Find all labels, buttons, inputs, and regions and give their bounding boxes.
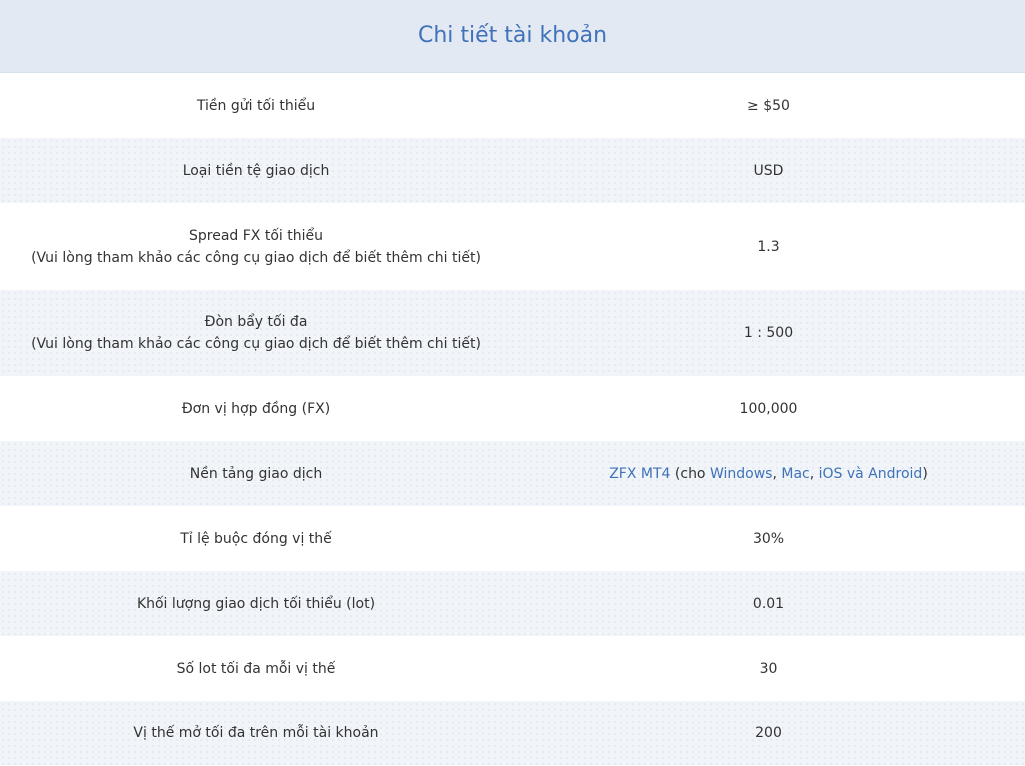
row-value: 100,000	[739, 400, 798, 417]
row-label: Tỉ lệ buộc đóng vị thế	[180, 530, 332, 547]
table-row: Nền tảng giao dịch ZFX MT4 (cho Windows,…	[0, 441, 1025, 506]
platform-text-open: (cho	[670, 465, 710, 482]
row-value: 200	[755, 725, 782, 741]
row-value: 1 : 500	[743, 325, 794, 341]
table-row: Loại tiền tệ giao dịch USD	[0, 138, 1025, 203]
table-row: Tiền gửi tối thiểu ≥ $50	[0, 73, 1025, 138]
mac-link[interactable]: Mac	[781, 466, 809, 482]
table-row: Khối lượng giao dịch tối thiểu (lot) 0.0…	[0, 571, 1025, 636]
row-value: ≥ $50	[747, 97, 790, 114]
row-value: 0.01	[752, 595, 785, 612]
row-label: Đơn vị hợp đồng (FX)	[181, 400, 331, 417]
row-sublabel: (Vui lòng tham khảo các công cụ giao dịc…	[31, 249, 481, 266]
ios-android-link[interactable]: iOS và Android	[819, 466, 923, 482]
table-header: Chi tiết tài khoản	[0, 0, 1025, 73]
row-label-group: Spread FX tối thiểu (Vui lòng tham khảo …	[0, 225, 512, 269]
row-value: 1.3	[757, 238, 780, 255]
table-row: Đơn vị hợp đồng (FX) 100,000	[0, 376, 1025, 441]
table-row: Số lot tối đa mỗi vị thế 30	[0, 636, 1025, 701]
row-label: Số lot tối đa mỗi vị thế	[176, 660, 336, 677]
row-value: USD	[753, 162, 784, 179]
row-label: Vị thế mở tối đa trên mỗi tài khoản	[133, 725, 379, 741]
row-label: Nền tảng giao dịch	[189, 465, 323, 482]
row-sublabel: (Vui lòng tham khảo các công cụ giao dịc…	[31, 336, 481, 352]
page-title: Chi tiết tài khoản	[417, 22, 608, 48]
row-label-group: Đòn bẩy tối đa (Vui lòng tham khảo các c…	[0, 311, 512, 355]
table-row: Đòn bẩy tối đa (Vui lòng tham khảo các c…	[0, 290, 1025, 376]
row-value: 30	[759, 660, 778, 677]
platform-value: ZFX MT4 (cho Windows, Mac, iOS và Androi…	[512, 463, 1025, 485]
platform-text-close: )	[922, 465, 928, 482]
row-label: Spread FX tối thiểu	[189, 227, 323, 244]
table-row: Tỉ lệ buộc đóng vị thế 30%	[0, 506, 1025, 571]
row-value: 30%	[752, 530, 785, 547]
row-label: Tiền gửi tối thiểu	[196, 97, 316, 114]
row-label: Khối lượng giao dịch tối thiểu (lot)	[136, 595, 376, 612]
zfx-mt4-link[interactable]: ZFX MT4	[609, 466, 670, 482]
windows-link[interactable]: Windows	[710, 466, 773, 482]
table-row: Spread FX tối thiểu (Vui lòng tham khảo …	[0, 203, 1025, 290]
row-label: Loại tiền tệ giao dịch	[182, 162, 330, 179]
platform-separator: ,	[809, 465, 819, 482]
table-row: Vị thế mở tối đa trên mỗi tài khoản 200	[0, 701, 1025, 765]
row-label: Đòn bẩy tối đa	[204, 314, 308, 330]
account-details-table: Chi tiết tài khoản Tiền gửi tối thiểu ≥ …	[0, 0, 1025, 766]
